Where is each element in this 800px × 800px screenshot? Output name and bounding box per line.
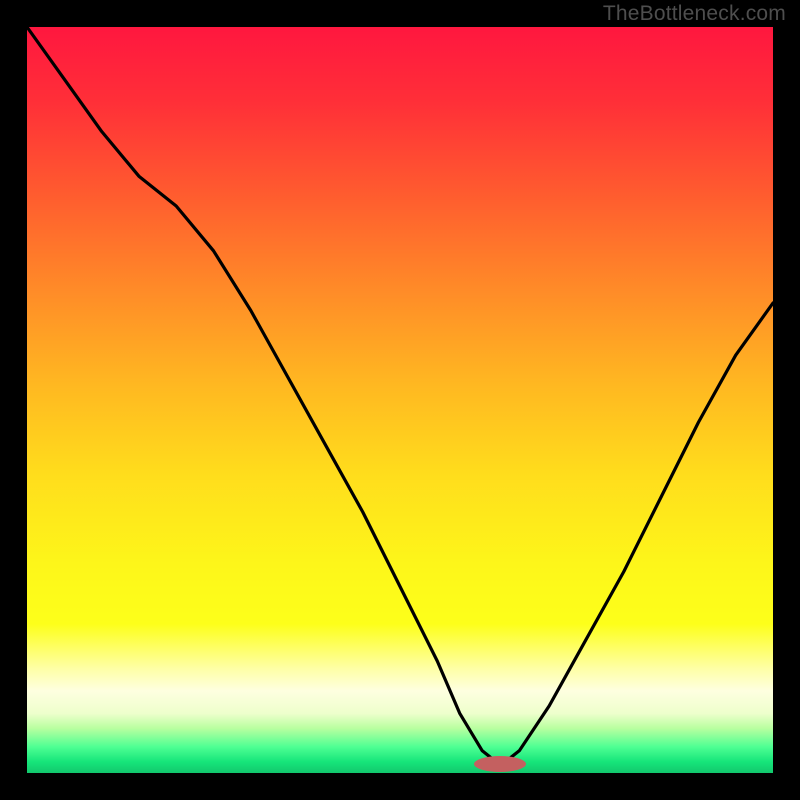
chart-frame xyxy=(0,0,800,800)
watermark-text: TheBottleneck.com xyxy=(603,2,786,26)
optimal-marker xyxy=(474,756,526,772)
chart-gradient-bg xyxy=(27,27,773,773)
chart-svg xyxy=(0,0,800,800)
